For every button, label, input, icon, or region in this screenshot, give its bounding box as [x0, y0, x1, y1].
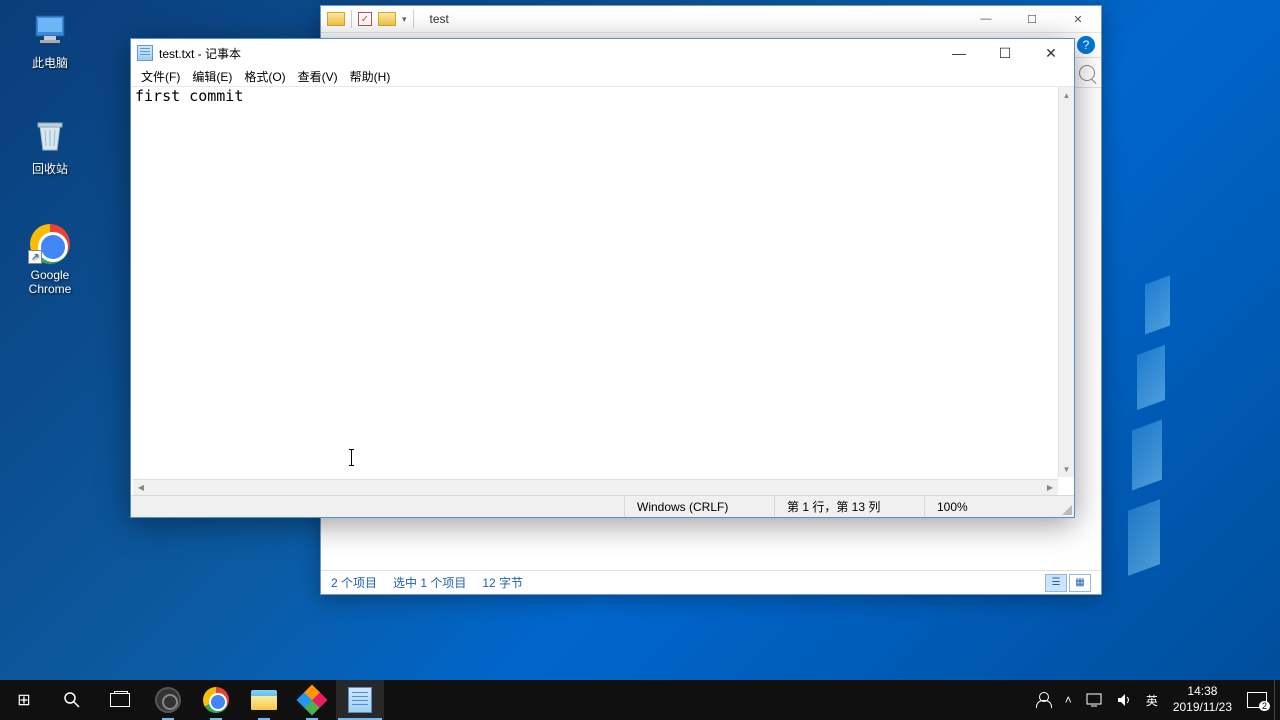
- text-cursor: [351, 449, 352, 466]
- search-icon: [63, 691, 81, 709]
- clock-date: 2019/11/23: [1173, 700, 1232, 716]
- task-view-button[interactable]: [96, 680, 144, 720]
- minimize-button[interactable]: —: [963, 6, 1009, 33]
- speaker-icon: [1116, 692, 1132, 708]
- explorer-statusbar: 2 个项目 选中 1 个项目 12 字节 ☰ ▦: [321, 570, 1101, 594]
- chrome-icon: [203, 687, 229, 713]
- resize-grip[interactable]: [1060, 503, 1072, 515]
- view-icons-button[interactable]: ▦: [1069, 574, 1091, 592]
- taskbar-app-git[interactable]: [288, 680, 336, 720]
- folder-icon[interactable]: [327, 12, 345, 26]
- trash-icon: [28, 116, 72, 156]
- computer-icon: [28, 10, 72, 50]
- desktop-icon-chrome[interactable]: ↗ Google Chrome: [10, 224, 90, 296]
- status-item-count: 2 个项目: [331, 574, 377, 591]
- clock-time: 14:38: [1173, 684, 1232, 700]
- start-button[interactable]: ⊞: [0, 680, 48, 720]
- menu-view[interactable]: 查看(V): [292, 66, 344, 87]
- show-desktop-button[interactable]: [1274, 680, 1280, 720]
- desktop-icon-label: 此电脑: [10, 54, 90, 71]
- scroll-up-icon[interactable]: ▲: [1059, 87, 1074, 103]
- monitor-icon: [1086, 693, 1102, 707]
- desktop-icon-label: 回收站: [10, 160, 90, 177]
- tray-people[interactable]: [1028, 680, 1058, 720]
- tray-volume[interactable]: [1109, 680, 1139, 720]
- notepad-title: test.txt - 记事本: [159, 45, 241, 62]
- taskbar-app-chrome[interactable]: [192, 680, 240, 720]
- maximize-button[interactable]: ☐: [982, 39, 1028, 67]
- taskbar-app-explorer[interactable]: [240, 680, 288, 720]
- wallpaper-decoration: [1100, 280, 1280, 680]
- chevron-up-icon: ˄: [1065, 693, 1072, 707]
- system-tray: ˄ 英 14:38 2019/11/23 2: [1028, 680, 1280, 720]
- search-button[interactable]: [48, 680, 96, 720]
- close-button[interactable]: ✕: [1028, 39, 1074, 67]
- shortcut-arrow-icon: ↗: [28, 250, 42, 264]
- explorer-titlebar[interactable]: ✓ ▾ test — ☐ ✕: [321, 6, 1101, 33]
- taskbar-app-notepad[interactable]: [336, 680, 384, 720]
- scroll-right-icon[interactable]: ▶: [1042, 480, 1058, 495]
- taskbar-app-obs[interactable]: [144, 680, 192, 720]
- tray-notifications[interactable]: 2: [1240, 680, 1274, 720]
- maximize-button[interactable]: ☐: [1009, 6, 1055, 33]
- windows-icon: ⊞: [17, 690, 30, 710]
- dropdown-icon[interactable]: ▾: [402, 14, 407, 25]
- notepad-icon: [348, 687, 372, 713]
- tray-network[interactable]: [1079, 680, 1109, 720]
- folder-icon[interactable]: [378, 12, 396, 26]
- scroll-left-icon[interactable]: ◀: [133, 480, 149, 495]
- people-icon: [1035, 692, 1051, 708]
- menu-edit[interactable]: 编辑(E): [186, 66, 238, 87]
- close-button[interactable]: ✕: [1055, 6, 1101, 33]
- scroll-down-icon[interactable]: ▼: [1059, 461, 1074, 477]
- notification-badge: 2: [1259, 701, 1270, 711]
- desktop-icon-label: Google Chrome: [10, 268, 90, 296]
- notepad-menubar: 文件(F) 编辑(E) 格式(O) 查看(V) 帮助(H): [131, 67, 1074, 87]
- tray-clock[interactable]: 14:38 2019/11/23: [1165, 684, 1240, 715]
- tray-ime[interactable]: 英: [1139, 680, 1165, 720]
- search-icon[interactable]: [1079, 65, 1095, 81]
- taskbar: ⊞ ˄ 英 14:38 2019/11/23: [0, 680, 1280, 720]
- vertical-scrollbar[interactable]: ▲ ▼: [1058, 87, 1074, 477]
- horizontal-scrollbar[interactable]: ◀ ▶: [133, 479, 1058, 495]
- desktop-icon-recycle-bin[interactable]: 回收站: [10, 116, 90, 177]
- task-view-icon: [110, 693, 130, 707]
- notepad-icon: [137, 45, 153, 61]
- chrome-icon: ↗: [28, 224, 72, 264]
- git-icon: [296, 684, 327, 715]
- notepad-window: test.txt - 记事本 — ☐ ✕ 文件(F) 编辑(E) 格式(O) 查…: [130, 38, 1075, 518]
- desktop-icon-this-pc[interactable]: 此电脑: [10, 10, 90, 71]
- menu-format[interactable]: 格式(O): [238, 66, 291, 87]
- status-selected: 选中 1 个项目: [393, 574, 466, 591]
- view-details-button[interactable]: ☰: [1045, 574, 1067, 592]
- status-size: 12 字节: [482, 574, 523, 591]
- notepad-text-area[interactable]: first commit: [133, 87, 1058, 477]
- menu-file[interactable]: 文件(F): [135, 66, 186, 87]
- notification-icon: 2: [1247, 692, 1267, 708]
- help-icon[interactable]: ?: [1077, 36, 1095, 54]
- minimize-button[interactable]: —: [936, 39, 982, 67]
- explorer-title: test: [424, 10, 455, 28]
- tray-overflow[interactable]: ˄: [1058, 680, 1079, 720]
- obs-icon: [155, 687, 181, 713]
- properties-icon[interactable]: ✓: [358, 12, 372, 26]
- status-position: 第 1 行，第 13 列: [774, 496, 924, 517]
- notepad-statusbar: Windows (CRLF) 第 1 行，第 13 列 100%: [131, 495, 1074, 517]
- folder-icon: [251, 690, 277, 710]
- menu-help[interactable]: 帮助(H): [344, 66, 397, 87]
- status-zoom: 100%: [924, 496, 1074, 517]
- notepad-titlebar[interactable]: test.txt - 记事本 — ☐ ✕: [131, 39, 1074, 67]
- status-encoding: Windows (CRLF): [624, 496, 774, 517]
